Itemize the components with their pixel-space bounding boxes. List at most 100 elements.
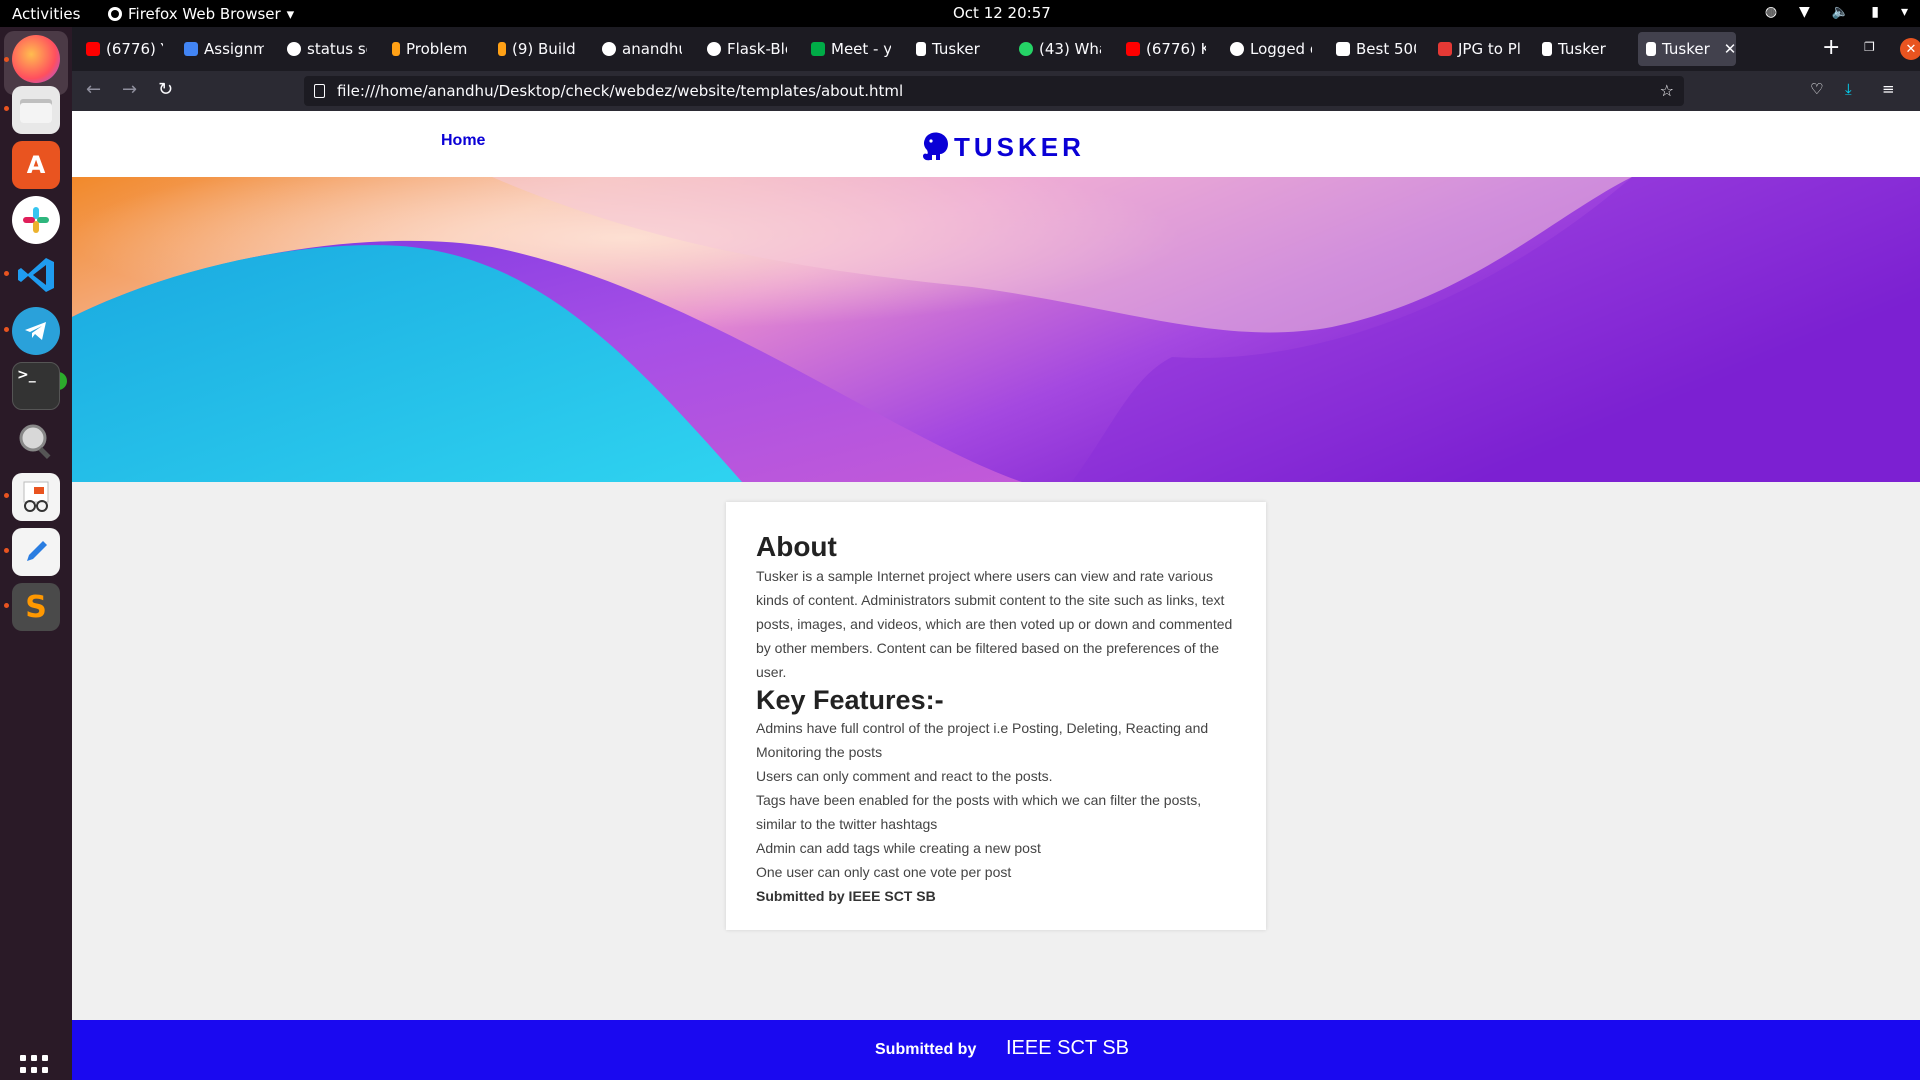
firefox-icon [108,7,122,21]
tab-label: JPG to Pl [1458,40,1520,58]
browser-tab[interactable]: Logged o [1222,32,1312,66]
clock[interactable]: Oct 12 20:57 [953,4,1051,22]
submitted-by-text: Submitted by IEEE SCT SB [756,888,936,904]
browser-tab[interactable]: (6776) Ke [1118,32,1206,66]
tab-label: Meet - yv [831,40,891,58]
terminal-icon[interactable]: >_ [12,362,60,410]
feature-item: Tags have been enabled for the posts wit… [756,792,1202,832]
reload-button[interactable]: ↻ [158,79,173,100]
browser-tab[interactable]: status so [279,32,367,66]
system-tray[interactable]: ◍ ▼ 🔈 ▮ ▾ [1765,4,1908,20]
feature-item: One user can only cast one vote per post [756,864,1012,880]
github-icon [707,42,721,56]
vscode-icon[interactable] [12,251,60,299]
battery-icon[interactable]: ▮ [1871,4,1879,20]
browser-tab[interactable]: (6776) Yo [78,32,163,66]
text-editor-icon[interactable] [12,528,60,576]
about-description: Tusker is a sample Internet project wher… [756,568,1233,680]
tab-label: (9) Build [512,40,576,58]
tab-favicon-icon [1336,42,1350,56]
footer-submitted-label: Submitted by [875,1041,977,1058]
running-indicator [4,603,9,608]
nav-home-link[interactable]: Home [441,132,485,150]
browser-tab[interactable]: Best 500 [1328,32,1416,66]
close-tab-icon[interactable]: ✕ [1724,40,1736,58]
web-page: Home TUSKER About Tusker is a sample Int… [72,111,1920,1080]
slack-icon[interactable] [12,196,60,244]
running-indicator [4,327,9,332]
firefox-icon[interactable] [12,35,60,83]
tab-favicon-icon [1438,42,1452,56]
browser-tab[interactable]: Tusker [908,32,996,66]
update-icon[interactable]: ◍ [1765,4,1777,20]
browser-tab[interactable]: Flask-Blo [699,32,787,66]
site-footer: Submitted by IEEE SCT SB [72,1020,1920,1080]
url-text[interactable]: file:///home/anandhu/Desktop/check/webde… [337,82,903,100]
tab-label: Flask-Blo [727,40,787,58]
running-indicator [4,493,9,498]
sublime-icon[interactable]: S [12,583,60,631]
minimize-button[interactable]: – [1829,37,1837,55]
app-menu[interactable]: Firefox Web Browser ▾ [108,5,294,23]
app-menu-label: Firefox Web Browser [128,5,281,23]
browser-tab[interactable]: Assignme [176,32,264,66]
site-logo[interactable]: TUSKER [918,130,1085,164]
system-top-bar: Activities Firefox Web Browser ▾ Oct 12 … [0,0,1920,27]
tab-favicon-icon [86,42,100,56]
browser-tab[interactable]: JPG to Pl [1430,32,1520,66]
tab-favicon-icon [498,42,506,56]
tab-label: Problem [406,40,468,58]
files-icon[interactable] [12,86,60,134]
telegram-icon[interactable] [12,307,60,355]
tab-favicon-icon [1646,42,1656,56]
about-card: About Tusker is a sample Internet projec… [726,502,1266,930]
github-icon [1230,42,1244,56]
tab-label: (6776) Yo [106,40,163,58]
wifi-icon[interactable]: ▼ [1799,4,1810,20]
back-button[interactable]: ← [86,79,101,100]
running-indicator [4,271,9,276]
browser-tab[interactable]: (43) Wha [1011,32,1101,66]
whatsapp-icon [1019,42,1033,56]
tab-favicon-icon [392,42,400,56]
features-title: Key Features:- [756,685,944,715]
tab-label: Logged o [1250,40,1312,58]
pocket-icon[interactable]: ♡ [1810,80,1823,98]
activities-button[interactable]: Activities [12,5,80,23]
forward-button[interactable]: → [122,79,137,100]
browser-tab[interactable]: (9) Build [490,32,578,66]
software-center-icon[interactable]: A [12,141,60,189]
browser-tab[interactable]: Tusker [1534,32,1624,66]
tab-label: status so [307,40,367,58]
github-icon [602,42,616,56]
close-window-button[interactable]: ✕ [1900,38,1920,60]
search-icon[interactable] [12,417,60,465]
page-icon [314,84,325,98]
tab-label: anandhu [622,40,682,58]
tab-label: Tusker [1662,40,1710,58]
tab-label: Tusker [932,40,980,58]
browser-tab[interactable]: Meet - yv [803,32,891,66]
power-menu-icon[interactable]: ▾ [1901,4,1908,20]
browser-tab[interactable]: anandhu [594,32,682,66]
brand-name: TUSKER [954,131,1085,162]
document-viewer-icon[interactable] [12,473,60,521]
restore-button[interactable]: ❐ [1864,40,1875,54]
browser-tab-active[interactable]: Tusker ✕ [1638,32,1736,66]
browser-tab[interactable]: Problem [384,32,472,66]
footer-org-name: IEEE SCT SB [1006,1037,1130,1059]
tab-label: Assignme [204,40,264,58]
dock: A 9999 >_ S [0,27,72,1080]
show-applications-icon[interactable] [20,1055,52,1080]
tab-label: (43) Wha [1039,40,1101,58]
menu-icon[interactable]: ≡ [1882,80,1895,98]
tab-favicon-icon [1126,42,1140,56]
bookmark-star-icon[interactable]: ☆ [1660,81,1674,100]
feature-item: Users can only comment and react to the … [756,768,1053,784]
running-indicator [4,57,9,62]
url-bar[interactable]: file:///home/anandhu/Desktop/check/webde… [304,76,1684,106]
downloads-icon[interactable]: ⤓ [1845,80,1852,98]
tab-favicon-icon [811,42,825,56]
volume-icon[interactable]: 🔈 [1832,4,1849,20]
tab-label: Best 500 [1356,40,1416,58]
